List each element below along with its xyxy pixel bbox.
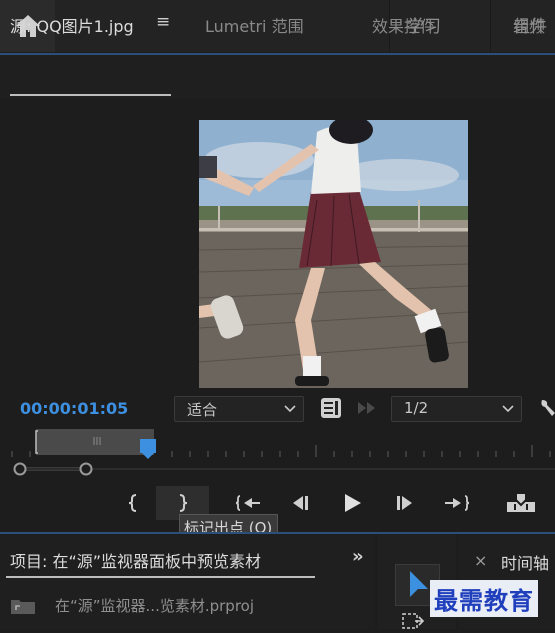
tab-source[interactable]: 源: QQ图片1.jpg: [10, 13, 134, 37]
chevron-down-icon: [502, 405, 514, 413]
step-forward-button[interactable]: [387, 486, 423, 520]
zoom-fit-value: 适合: [187, 401, 218, 419]
mini-timeline-ruler[interactable]: [0, 427, 555, 461]
project-panel-title[interactable]: 项目: 在“源”监视器面板中预览素材: [10, 548, 261, 572]
panel-menu-icon[interactable]: ≡: [156, 12, 170, 32]
resolution-dropdown[interactable]: 1/2: [391, 396, 522, 422]
project-file-name[interactable]: 在“源”监视器...览素材.prproj: [55, 595, 254, 616]
timeline-panel-title[interactable]: 时间轴: [501, 550, 549, 574]
mark-in-icon: [128, 494, 137, 512]
tab-audio[interactable]: 音频: [513, 13, 545, 37]
step-back-button[interactable]: [282, 486, 318, 520]
step-forward-disabled-icon: [356, 398, 380, 418]
mark-in-button[interactable]: [115, 486, 151, 520]
play-icon: [345, 494, 361, 512]
separator: [490, 0, 491, 52]
track-select-icon[interactable]: [401, 612, 425, 629]
watermark-logo: 最需教育: [430, 580, 538, 617]
tab-effect-controls[interactable]: 效果控件: [372, 13, 436, 37]
go-to-out-button[interactable]: [438, 486, 474, 520]
go-to-out-icon: [445, 495, 469, 511]
preview-image: [199, 120, 468, 388]
active-tab-indicator: [6, 576, 315, 578]
step-back-icon: [293, 496, 308, 510]
play-button[interactable]: [334, 486, 370, 520]
mark-out-icon: [179, 494, 187, 512]
chevron-down-icon: [284, 405, 296, 413]
tab-source-label: 源: QQ图片1.jpg: [10, 17, 134, 36]
settings-icon[interactable]: [320, 397, 342, 419]
insert-icon: [507, 494, 535, 512]
folder-up-icon[interactable]: [10, 597, 36, 615]
active-tab-indicator: [10, 94, 171, 96]
close-icon[interactable]: ×: [474, 551, 487, 570]
go-to-in-icon: [236, 495, 260, 511]
playhead-timecode[interactable]: 00:00:01:05: [20, 399, 128, 418]
resolution-value: 1/2: [404, 399, 429, 417]
tab-lumetri-scopes[interactable]: Lumetri 范围: [205, 13, 304, 37]
preview-frame: [199, 120, 468, 388]
zoom-scrollbar[interactable]: [0, 461, 555, 476]
step-forward-icon: [397, 496, 412, 510]
insert-button[interactable]: [503, 486, 539, 520]
panel-overflow-button[interactable]: »: [352, 546, 364, 567]
wrench-icon[interactable]: [538, 396, 555, 418]
zoom-fit-dropdown[interactable]: 适合: [174, 396, 304, 422]
source-panel-tabbar: [0, 55, 555, 99]
